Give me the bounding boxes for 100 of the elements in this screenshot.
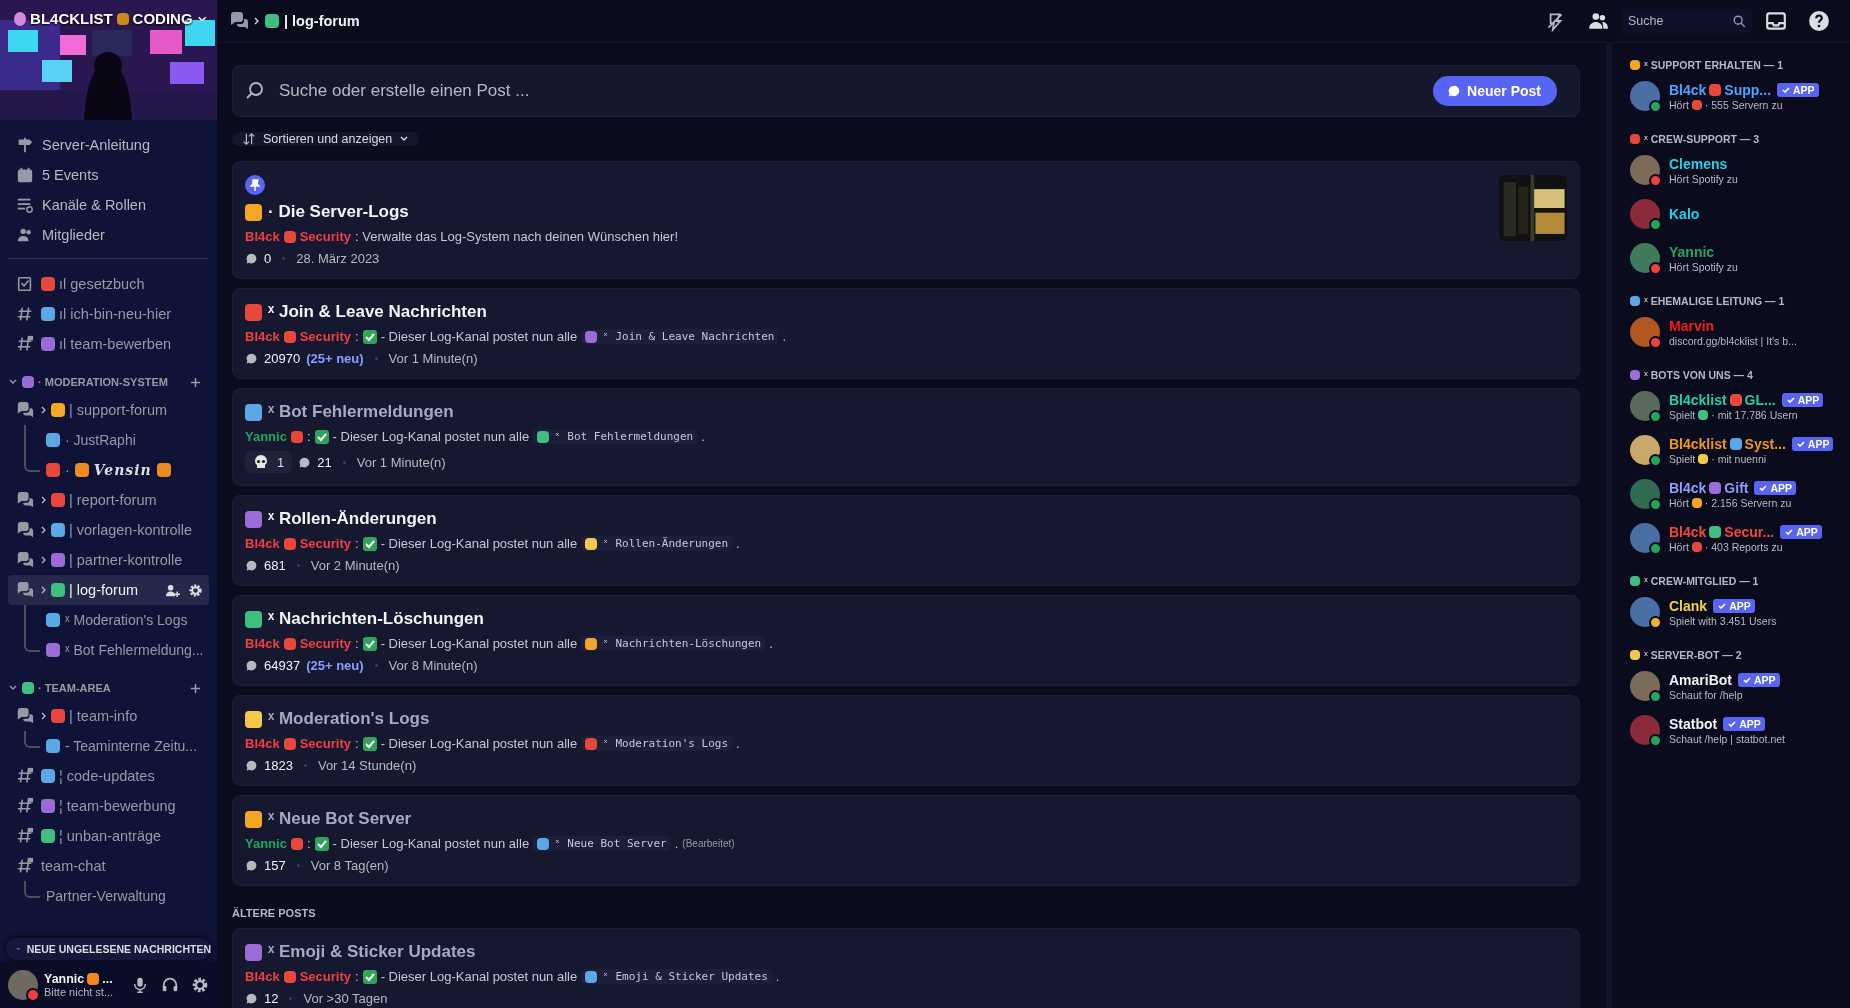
group-header: ˣ BOTS VON UNS — 4 (1644, 369, 1753, 381)
nav-item[interactable]: Mitglieder (8, 220, 209, 250)
group-header: ˣ CREW-MITGLIED — 1 (1644, 575, 1759, 587)
plus-icon[interactable] (190, 376, 201, 388)
post-card[interactable]: · Die Server-Logs Bl4ck Security : Verwalte das Log-System nach deinen Wünschen hier! 0 28. März 2023 (232, 161, 1580, 279)
channel-mention[interactable]: ˣ Join & Leave Nachrichten (581, 329, 779, 344)
emoji-icon (51, 523, 65, 537)
server-name[interactable]: BL4CKLIST (30, 10, 113, 27)
post-card[interactable]: ˣ Rollen-Änderungen Bl4ck Security : - Dieser Log-Kanal postet nun alle ˣ Rollen-Änderungen . 681 Vor 2 Minute(n) (232, 495, 1580, 586)
channel-item[interactable]: | log-forum (8, 575, 209, 605)
member-activity: Schaut for /help (1669, 688, 1743, 701)
comment-count: 64937 (264, 658, 301, 673)
post-search-field[interactable]: Suche oder erstelle einen Post ... Neuer Post (232, 65, 1580, 117)
app-badge: APP (1780, 524, 1822, 539)
category-header[interactable]: · TEAM-AREA (8, 675, 209, 701)
plus-icon[interactable] (190, 682, 201, 694)
search-icon (245, 81, 265, 101)
channel-mention[interactable]: ˣ Nachrichten-Löschungen (581, 636, 766, 651)
channel-item[interactable]: ¦ team-bewerbung (8, 791, 209, 821)
members-icon[interactable] (1587, 10, 1609, 32)
member-item[interactable]: Marvin discord.gg/bl4cklist | It's b... (1630, 311, 1842, 353)
sort-button[interactable]: Sortieren und anzeigen (232, 132, 420, 146)
channel-mention[interactable]: ˣ Emoji & Sticker Updates (581, 969, 772, 984)
post-card[interactable]: ˣ Join & Leave Nachrichten Bl4ck Security : - Dieser Log-Kanal postet nun alle ˣ Join & Leave Nachrichten . 20970 (25+ neu) Vor 1 Minute(n) (232, 288, 1580, 379)
user-avatar[interactable] (8, 970, 38, 1000)
emoji-icon (51, 493, 65, 507)
channel-item[interactable]: | team-info (8, 701, 209, 731)
post-card[interactable]: ˣ Neue Bot Server Yannic : - Dieser Log-Kanal postet nun alle ˣ Neue Bot Server . (Bearbeitet) 157 Vor 8 Tag(en) (232, 795, 1580, 886)
channel-item[interactable]: ıl team-bewerben (8, 329, 209, 359)
channel-mention[interactable]: ˣ Neue Bot Server (533, 836, 671, 851)
channel-item[interactable]: ıl ich-bin-neu-hier (8, 299, 209, 329)
channel-item[interactable]: | report-forum (8, 485, 209, 515)
microphone-icon[interactable] (131, 976, 149, 994)
member-item[interactable]: Yannic Hört Spotify zu (1630, 237, 1842, 279)
speech-bubble-icon (298, 455, 312, 469)
member-item[interactable]: Bl4ck Supp... APP Hört · 555 Servern zu (1630, 75, 1842, 117)
channel-item[interactable]: ıl gesetzbuch (8, 269, 209, 299)
inbox-icon[interactable] (1765, 10, 1787, 32)
member-item[interactable]: Bl4ck Secur... APP Hört · 403 Reports zu (1630, 517, 1842, 559)
member-item[interactable]: Statbot APP Schaut /help | statbot.net (1630, 709, 1842, 751)
comment-count: 20970 (264, 351, 301, 366)
thread-item[interactable]: ˣ Bot Fehlermeldung... (40, 635, 204, 665)
category-header[interactable]: · MODERATION-SYSTEM (8, 369, 209, 395)
chevron-right-icon (254, 16, 260, 26)
post-card[interactable]: ˣ Emoji & Sticker Updates Bl4ck Security : - Dieser Log-Kanal postet nun alle ˣ Emoji & Sticker Updates . 12 Vor >30 Tagen (232, 928, 1580, 1008)
emoji-icon (245, 810, 262, 828)
emoji-icon (46, 613, 60, 627)
forum-icon (16, 581, 34, 599)
server-name[interactable]: CODING (132, 10, 193, 27)
member-item[interactable]: Bl4cklist GL... APP Spielt · mit 17.786 Usern (1630, 385, 1842, 427)
sort-icon (242, 132, 256, 146)
channel-item[interactable]: | partner-kontrolle (8, 545, 209, 575)
unread-banner[interactable]: NEUE UNGELESENE NACHRICHTEN (6, 938, 211, 960)
help-icon[interactable] (1808, 10, 1830, 32)
channel-mention[interactable]: ˣ Moderation's Logs (581, 736, 733, 751)
member-item[interactable]: Kalo (1630, 193, 1842, 235)
settings-icon[interactable] (191, 976, 209, 994)
post-card[interactable]: ˣ Nachrichten-Löschungen Bl4ck Security : - Dieser Log-Kanal postet nun alle ˣ Nachrichten-Löschungen . 64937 (25+ neu) Vor 8 Minute(n) (232, 595, 1580, 686)
nav-item[interactable]: 5 Events (8, 160, 209, 190)
add-member-icon[interactable] (165, 582, 180, 598)
tree-line (24, 881, 40, 898)
post-card[interactable]: ˣ Bot Fehlermeldungen Yannic : - Dieser Log-Kanal postet nun alle ˣ Bot Fehlermeldungen . 1 21 Vor 1 Minute(n) (232, 388, 1580, 486)
member-item[interactable]: Clemens Hört Spotify zu (1630, 149, 1842, 191)
settings-icon[interactable] (188, 582, 203, 598)
thread-item[interactable]: · Vensin (40, 455, 171, 485)
channel-item[interactable]: team-chat (8, 851, 209, 881)
author-tag: Security (299, 969, 351, 984)
member-activity: Hört Spotify zu (1669, 172, 1738, 185)
list-search-icon (16, 196, 34, 214)
channel-mention[interactable]: ˣ Bot Fehlermeldungen (533, 429, 698, 444)
member-item[interactable]: Bl4cklist Syst... APP Spielt · mit nuenni (1630, 429, 1842, 471)
thread-item[interactable]: ˣ Moderation's Logs (40, 605, 188, 635)
headphones-icon[interactable] (161, 976, 179, 994)
thread-item[interactable]: - Teaminterne Zeitu... (40, 731, 198, 761)
chevron-right-icon (41, 405, 47, 415)
nav-item[interactable]: Kanäle & Rollen (8, 190, 209, 220)
channel-item[interactable]: | support-forum (8, 395, 209, 425)
channel-item[interactable]: | vorlagen-kontrolle (8, 515, 209, 545)
member-item[interactable]: Clank APP Spielt with 3.451 Users (1630, 591, 1842, 633)
channel-item[interactable]: ¦ unban-anträge (8, 821, 209, 851)
emoji-icon (537, 837, 550, 850)
channel-item[interactable]: ¦ code-updates (8, 761, 209, 791)
speech-bubble-icon (245, 559, 258, 572)
post-card[interactable]: ˣ Moderation's Logs Bl4ck Security : - Dieser Log-Kanal postet nun alle ˣ Moderation's Logs . 1823 Vor 14 Stunde(n) (232, 695, 1580, 786)
reaction-pill[interactable]: 1 (245, 451, 293, 473)
nav-item[interactable]: Server-Anleitung (8, 130, 209, 160)
emoji-icon (283, 737, 296, 750)
search-field[interactable]: Suche (1622, 9, 1752, 33)
app-badge: APP (1754, 480, 1797, 495)
user-name: ... (102, 972, 113, 986)
thread-item[interactable]: Partner-Verwaltung (40, 881, 166, 911)
member-item[interactable]: AmariBot APP Schaut for /help (1630, 665, 1842, 707)
group-header: ˣ SUPPORT ERHALTEN — 1 (1644, 59, 1783, 71)
new-post-button[interactable]: Neuer Post (1433, 76, 1557, 106)
channel-mention[interactable]: ˣ Rollen-Änderungen (581, 536, 733, 551)
post-time: Vor >30 Tagen (303, 991, 388, 1006)
check-icon (1784, 526, 1795, 537)
member-item[interactable]: Bl4ck Gift APP Hört · 2.156 Servern zu (1630, 473, 1842, 515)
thread-item[interactable]: · JustRaphi (40, 425, 136, 455)
emoji-icon (585, 637, 598, 650)
